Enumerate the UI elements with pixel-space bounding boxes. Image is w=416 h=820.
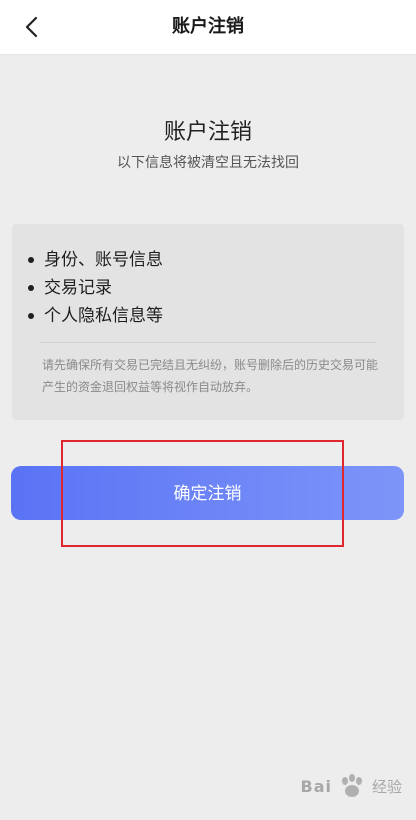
section-subheading: 以下信息将被清空且无法找回 — [117, 155, 299, 171]
confirm-cancel-account-button[interactable]: 确定注销 — [11, 466, 404, 520]
section-heading: 账户注销 — [163, 120, 252, 145]
list-item-label: 个人隐私信息等 — [44, 306, 163, 326]
list-item-label: 交易记录 — [44, 278, 112, 298]
watermark-logo-text: Bai — [300, 776, 332, 796]
info-card: 身份、账号信息 交易记录 个人隐私信息等 请先确保所有交易已完结且无纠纷，账号删… — [12, 224, 404, 420]
bullet-icon — [28, 285, 34, 291]
paw-icon — [341, 774, 362, 797]
list-item: 交易记录 — [28, 274, 163, 302]
cleared-items-list: 身份、账号信息 交易记录 个人隐私信息等 — [28, 246, 163, 330]
watermark-suffix-text: 经验 — [371, 777, 402, 796]
bullet-icon — [28, 313, 34, 319]
list-item: 个人隐私信息等 — [28, 302, 163, 330]
notice-text: 请先确保所有交易已完结且无纠纷，账号删除后的历史交易可能产生的资金退回权益等将视… — [42, 358, 379, 394]
divider — [40, 342, 376, 343]
watermark: Bai 经验 — [300, 772, 402, 800]
navbar: 账户注销 — [0, 0, 416, 55]
page-title: 账户注销 — [172, 16, 244, 37]
list-item-label: 身份、账号信息 — [44, 250, 163, 270]
bullet-icon — [28, 257, 34, 263]
list-item: 身份、账号信息 — [28, 246, 163, 274]
